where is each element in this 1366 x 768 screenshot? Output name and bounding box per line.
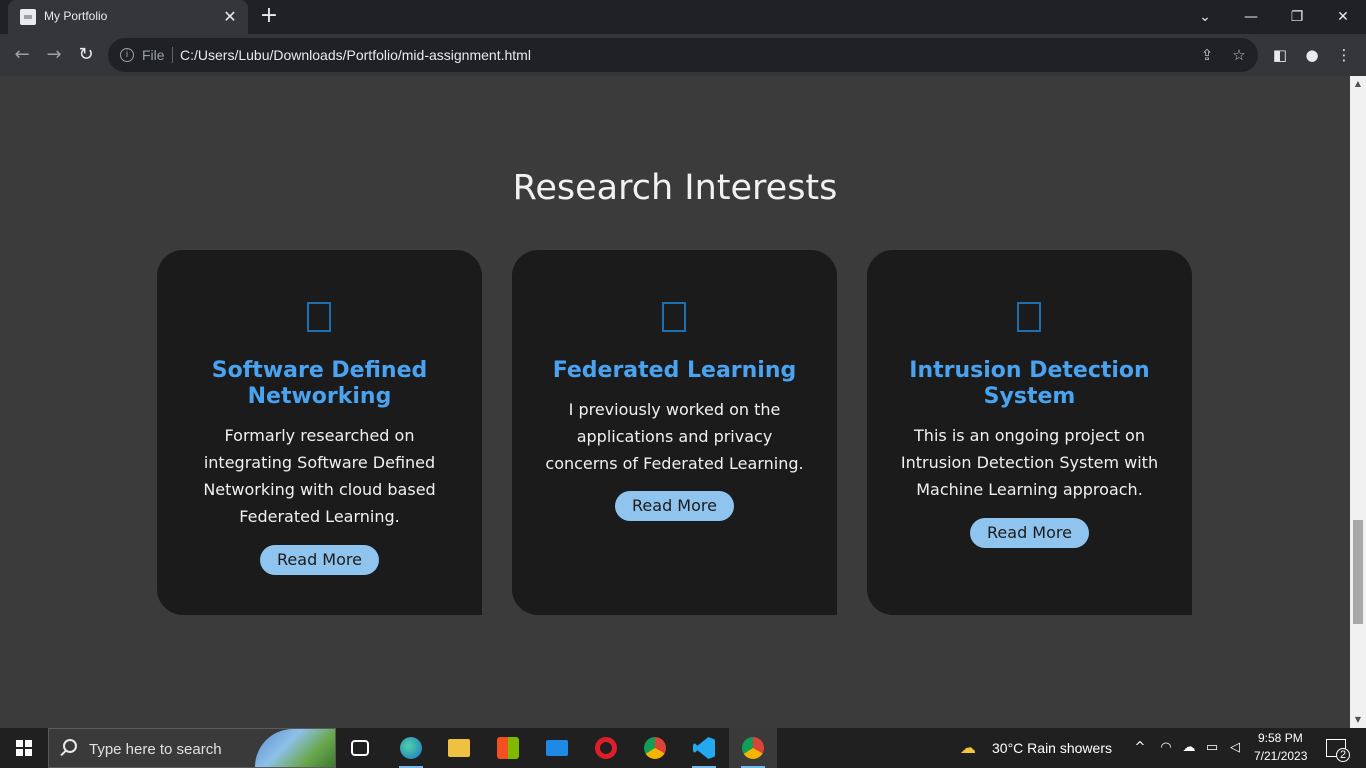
taskbar-edge[interactable] [387,728,435,768]
tab-my-portfolio[interactable]: My Portfolio ✕ [8,0,248,34]
card-title: Federated Learning [552,358,797,383]
chrome-icon [742,737,764,759]
chrome-profile-icon [644,737,666,759]
scrollbar-thumb[interactable] [1353,520,1363,624]
start-button[interactable] [0,728,48,768]
search-icon [63,739,77,753]
windows-logo-icon [16,740,32,756]
taskbar-file-explorer[interactable] [435,728,483,768]
minimize-button[interactable]: — [1228,0,1274,34]
side-panel-icon[interactable]: ◧ [1270,45,1290,65]
battery-icon[interactable]: ▭ [1204,740,1220,756]
mail-icon [546,740,568,756]
research-card: Federated Learning I previously worked o… [512,250,837,615]
taskbar-search[interactable]: Type here to search [48,728,336,768]
weather-text[interactable]: 30°C Rain showers [992,740,1112,756]
task-view-icon [351,740,369,756]
read-more-button[interactable]: Read More [615,491,734,521]
close-window-button[interactable]: ✕ [1320,0,1366,34]
card-description: I previously worked on the applications … [545,400,804,473]
folder-icon [448,739,470,757]
page-scrollbar[interactable]: ▲ ▼ [1350,76,1366,728]
site-info-icon[interactable]: i [120,48,134,62]
research-card: Intrusion Detection System This is an on… [867,250,1192,615]
card-icon [307,302,331,332]
read-more-button[interactable]: Read More [970,518,1089,548]
url-text[interactable]: C:/Users/Lubu/Downloads/Portfolio/mid-as… [180,47,531,63]
scheme-label: File [142,47,165,63]
show-hidden-icons-chevron-icon[interactable]: ^ [1132,740,1148,756]
menu-kebab-icon[interactable]: ⋮ [1334,45,1354,65]
page-favicon-icon [20,9,36,25]
tab-title: My Portfolio [44,9,108,23]
bookmark-star-icon[interactable]: ☆ [1230,46,1248,64]
new-tab-button[interactable]: + [258,5,280,28]
taskbar-chrome[interactable] [729,728,777,768]
address-bar[interactable]: i File C:/Users/Lubu/Downloads/Portfolio… [108,38,1258,72]
taskbar-vscode[interactable] [680,728,728,768]
forward-arrow-icon[interactable]: → [42,43,66,67]
edge-icon [400,737,422,759]
store-icon [497,737,519,759]
volume-muted-icon[interactable]: ◁ [1227,740,1243,756]
vscode-icon [693,737,715,759]
card-title: Software Defined Networking [211,358,428,409]
scroll-up-arrow-icon[interactable]: ▲ [1350,76,1366,92]
wifi-icon[interactable]: ◠ [1158,740,1174,756]
share-icon[interactable]: ⇪ [1198,46,1216,64]
clock-date[interactable]: 7/21/2023 [1254,749,1307,763]
search-highlight-art [255,729,335,767]
card-title: Intrusion Detection System [909,358,1150,409]
tab-strip: My Portfolio ✕ + ⌄ — ❐ ✕ [0,0,1366,34]
card-description: Formarly researched on integrating Softw… [203,426,436,526]
notification-count-badge: 2 [1336,748,1350,762]
card-icon [1017,302,1041,332]
section-title: Research Interests [512,168,838,208]
taskbar-mail[interactable] [533,728,581,768]
weather-cloud-icon[interactable]: ☁ [960,740,976,756]
onedrive-icon[interactable]: ☁ [1181,740,1197,756]
tab-search-chevron-icon[interactable]: ⌄ [1182,0,1228,34]
card-description: This is an ongoing project on Intrusion … [900,426,1159,499]
card-icon [662,302,686,332]
taskbar-store[interactable] [484,728,532,768]
research-card: Software Defined Networking Formarly res… [157,250,482,615]
search-placeholder: Type here to search [89,741,222,758]
clock-time[interactable]: 9:58 PM [1258,731,1303,745]
page-viewport: Research Interests Software Defined Netw… [0,76,1350,728]
opera-icon [595,737,617,759]
scroll-down-arrow-icon[interactable]: ▼ [1350,712,1366,728]
restore-button[interactable]: ❐ [1274,0,1320,34]
back-arrow-icon[interactable]: ← [10,43,34,67]
address-separator [172,47,173,63]
reload-icon[interactable]: ↻ [74,43,98,67]
read-more-button[interactable]: Read More [260,545,379,575]
taskbar-chrome-profile[interactable] [631,728,679,768]
windows-taskbar: Type here to search ☁ 30°C Rain showers … [0,728,1366,768]
profile-icon[interactable]: ● [1302,45,1322,65]
close-tab-icon[interactable]: ✕ [220,7,240,27]
taskbar-opera[interactable] [582,728,630,768]
task-view-button[interactable] [336,728,384,768]
browser-toolbar: ← → ↻ i File C:/Users/Lubu/Downloads/Por… [0,34,1366,76]
